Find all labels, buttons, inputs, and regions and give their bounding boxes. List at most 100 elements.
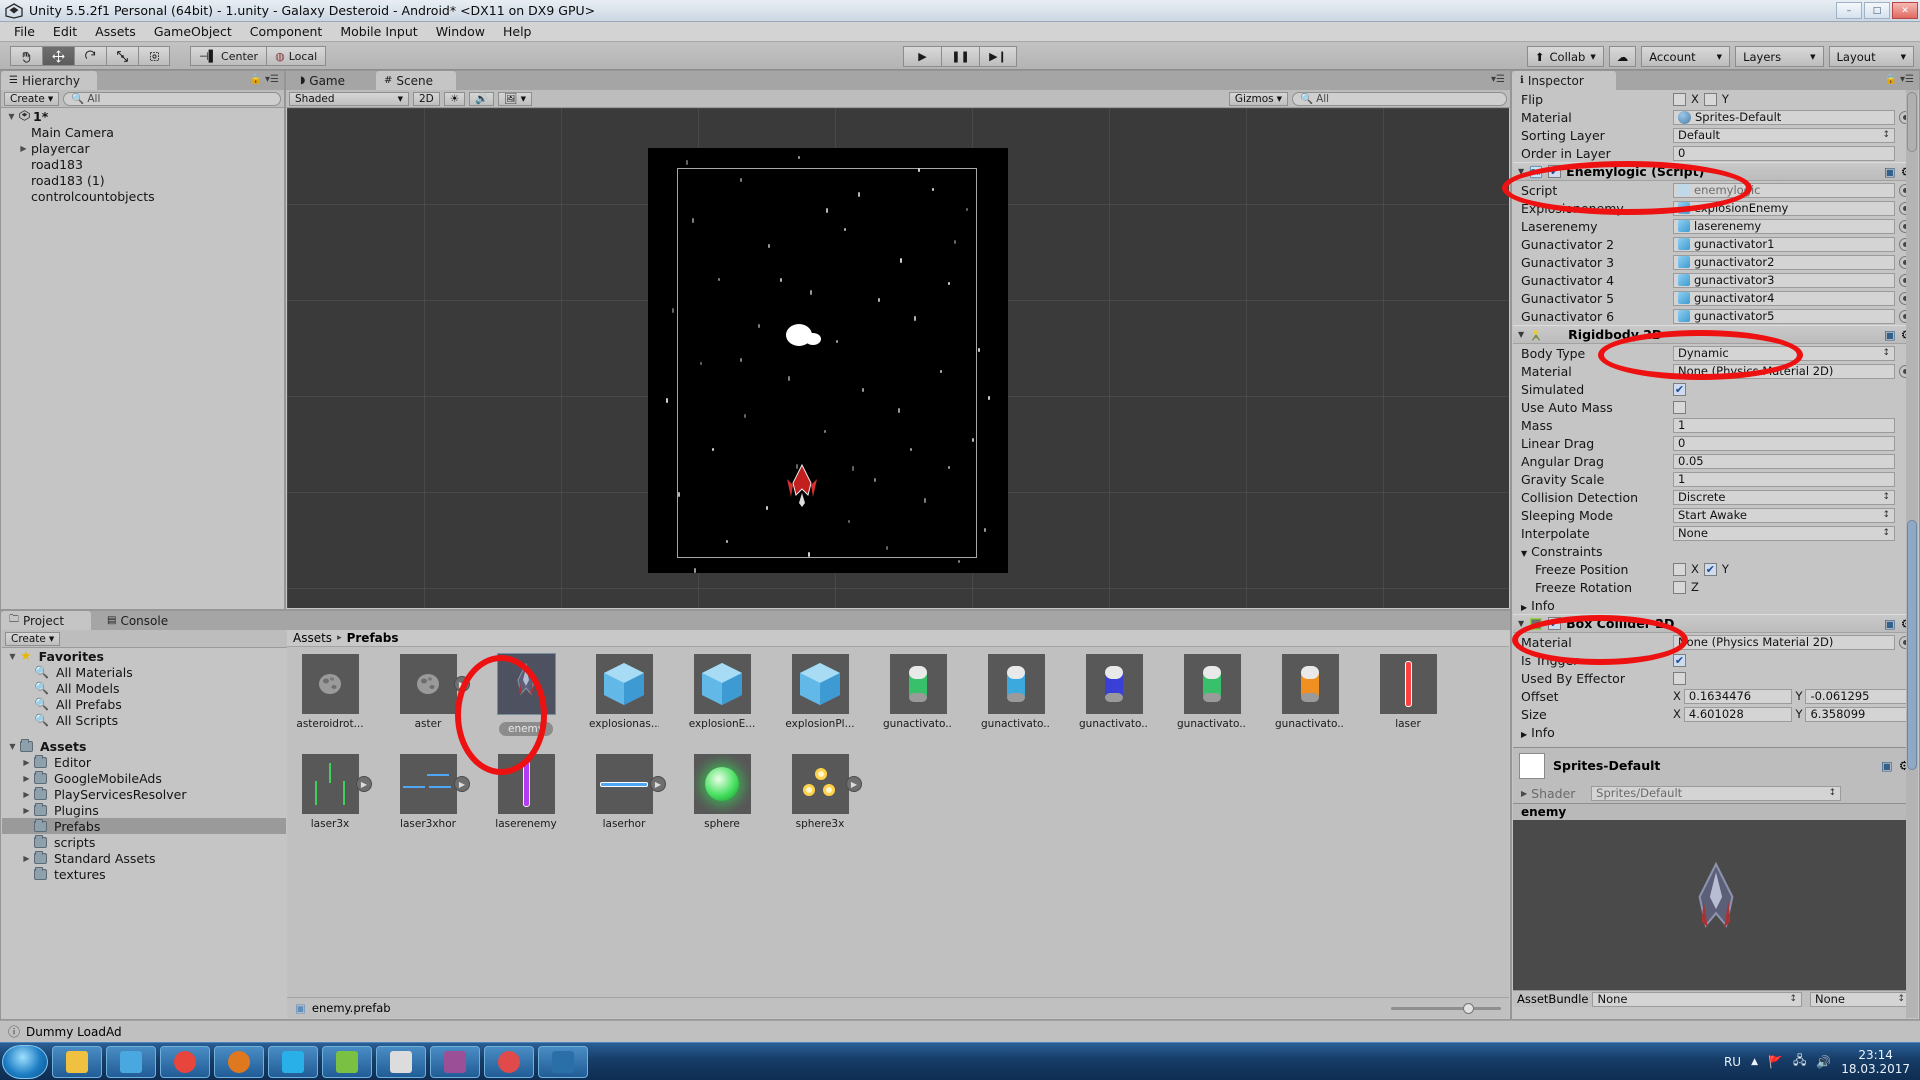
asset-thumbnail[interactable] [400,754,457,814]
scene-search-input[interactable]: 🔍 All [1292,92,1507,106]
taskbar-opera-icon[interactable] [484,1046,534,1078]
pivot-rotation-button[interactable]: ◍ Local [266,46,326,66]
lock-icon[interactable]: 🔒 [250,74,262,85]
field-sorting-layer[interactable]: Default [1673,128,1895,143]
field-gunactivator-5[interactable]: gunactivator4 [1673,291,1895,306]
project-tree-item-all-models[interactable]: ▶🔍All Models [2,680,286,696]
asset-grid[interactable]: asteroidrot...▶asterenemyexplosionas...e… [287,648,1509,997]
hierarchy-search-input[interactable]: 🔍 All [63,92,281,106]
hierarchy-item-main-camera[interactable]: ▶Main Camera [1,124,284,140]
field-collision-detection[interactable]: Discrete [1673,490,1895,505]
chevron-right-icon[interactable]: ▶ [19,144,28,153]
taskbar-vs-icon[interactable] [430,1046,480,1078]
pivot-mode-button[interactable]: ⊣▌ Center [190,46,266,66]
asset-thumbnail[interactable] [302,654,359,714]
asset-thumbnail[interactable] [596,654,653,714]
pause-button[interactable]: ❚❚ [941,46,979,67]
asset-item[interactable]: sphere [687,754,757,830]
asset-thumbnail[interactable] [1380,654,1437,714]
cloud-button[interactable]: ☁ [1609,46,1637,67]
chevron-down-icon[interactable]: ▼ [1521,549,1527,558]
menu-item-edit[interactable]: Edit [44,23,86,40]
assetbundle-dropdown[interactable]: None [1592,992,1802,1007]
field-offset-y[interactable]: -0.061295 [1805,689,1914,704]
asset-preview[interactable] [1513,820,1918,990]
transform-tools[interactable] [10,46,170,66]
chevron-right-icon[interactable]: ▶ [22,854,31,863]
checkbox-z[interactable] [1673,581,1686,594]
shader-dropdown[interactable]: Sprites/Default [1591,786,1841,801]
field-gravity-scale[interactable]: 1 [1673,472,1895,487]
taskbar-android-icon[interactable] [322,1046,372,1078]
hierarchy-item-1-[interactable]: ▼1* [1,108,284,124]
menu-item-file[interactable]: File [5,23,44,40]
taskbar-photoshop-icon[interactable] [538,1046,588,1078]
chevron-right-icon[interactable]: ▶ [22,790,31,799]
project-folder-tree[interactable]: ▼★Favorites▶🔍All Materials▶🔍All Models▶🔍… [2,648,286,1018]
taskbar-unity-icon[interactable] [376,1046,426,1078]
start-button[interactable] [2,1045,48,1079]
chevron-down-icon[interactable]: ▼ [1518,167,1524,176]
prefab-expand-icon[interactable]: ▶ [356,776,372,792]
breadcrumb[interactable]: Assets▸Prefabs [287,630,1509,647]
taskbar-ie-icon[interactable] [106,1046,156,1078]
asset-item[interactable]: gunactivato... [1275,654,1345,730]
project-tree-item-scripts[interactable]: ▶scripts [2,834,286,850]
field-size-y[interactable]: 6.358099 [1805,707,1914,722]
tab-inspector[interactable]: ℹ Inspector [1512,71,1616,90]
asset-thumbnail[interactable] [988,654,1045,714]
account-button[interactable]: Account ▼ [1641,46,1730,67]
field-gunactivator-2[interactable]: gunactivator1 [1673,237,1895,252]
taskbar-skype-icon[interactable] [268,1046,318,1078]
project-tree-item-textures[interactable]: ▶textures [2,866,286,882]
asset-thumbnail[interactable] [792,654,849,714]
hierarchy-item-road183-1-[interactable]: ▶road183 (1) [1,172,284,188]
project-tree-item-googlemobileads[interactable]: ▶GoogleMobileAds [2,770,286,786]
inspector-body[interactable]: FlipXYMaterialSprites-DefaultSorting Lay… [1513,90,1918,1018]
component-header-box-collider-2d[interactable]: ▼✔Box Collider 2D▣⚙ [1513,614,1918,633]
minimize-button[interactable]: – [1836,2,1862,19]
field-script[interactable]: enemylogic [1673,183,1895,198]
audio-toggle-button[interactable]: 🔊 [469,92,494,106]
asset-item[interactable]: gunactivato... [1079,654,1149,730]
project-tree-item-playservicesresolver[interactable]: ▶PlayServicesResolver [2,786,286,802]
asset-item[interactable]: ▶laser3xhor [393,754,463,830]
checkbox-used-by-effector[interactable] [1673,672,1686,685]
panel-menu-icon[interactable]: ▾☰ [1900,74,1914,85]
hierarchy-item-road183[interactable]: ▶road183 [1,156,284,172]
menu-item-mobile-input[interactable]: Mobile Input [331,23,426,40]
asset-thumbnail[interactable] [596,754,653,814]
scrollbar-thumb[interactable] [1907,520,1917,770]
hierarchy-tree[interactable]: ▼1*▶Main Camera▶playercar▶road183▶road18… [1,108,284,609]
menu-item-window[interactable]: Window [427,23,494,40]
help-icon[interactable]: ▣ [1884,616,1896,631]
field-gunactivator-3[interactable]: gunactivator2 [1673,255,1895,270]
field-mass[interactable]: 1 [1673,418,1895,433]
asset-thumbnail[interactable] [792,754,849,814]
collab-button[interactable]: ⬆ Collab ▼ [1527,46,1604,67]
chevron-right-icon[interactable]: ▶ [22,758,31,767]
checkbox-y[interactable] [1704,93,1717,106]
project-tree-item-all-scripts[interactable]: ▶🔍All Scripts [2,712,286,728]
project-tree-item-prefabs[interactable]: ▶Prefabs [2,818,286,834]
breadcrumb-item-prefabs[interactable]: Prefabs [347,631,399,645]
tab-console[interactable]: ▤ Console [99,611,185,630]
asset-item[interactable]: explosionPl... [785,654,855,730]
asset-item[interactable]: ▶laser3x [295,754,365,830]
inspector-scrollbar[interactable] [1906,90,1918,1018]
move-tool-button[interactable] [42,46,74,66]
asset-item[interactable]: laserenemy [491,754,561,830]
checkbox-use-auto-mass[interactable] [1673,401,1686,414]
panel-menu-icon[interactable]: ▾☰ [1491,74,1505,85]
assetbundle-variant-dropdown[interactable]: None [1810,992,1910,1007]
chevron-down-icon[interactable]: ▼ [8,742,17,751]
tab-project[interactable]: 🗀 Project [1,611,91,630]
lock-icon[interactable]: 🔒 [1885,74,1897,85]
menu-item-assets[interactable]: Assets [86,23,145,40]
hierarchy-create-button[interactable]: Create ▼ [4,92,59,106]
field-gunactivator-6[interactable]: gunactivator5 [1673,309,1895,324]
draw-mode-dropdown[interactable]: Shaded ▼ [289,92,409,106]
layout-button[interactable]: Layout ▼ [1829,46,1914,67]
rect-tool-button[interactable] [138,46,170,66]
breadcrumb-item-assets[interactable]: Assets [293,631,332,645]
